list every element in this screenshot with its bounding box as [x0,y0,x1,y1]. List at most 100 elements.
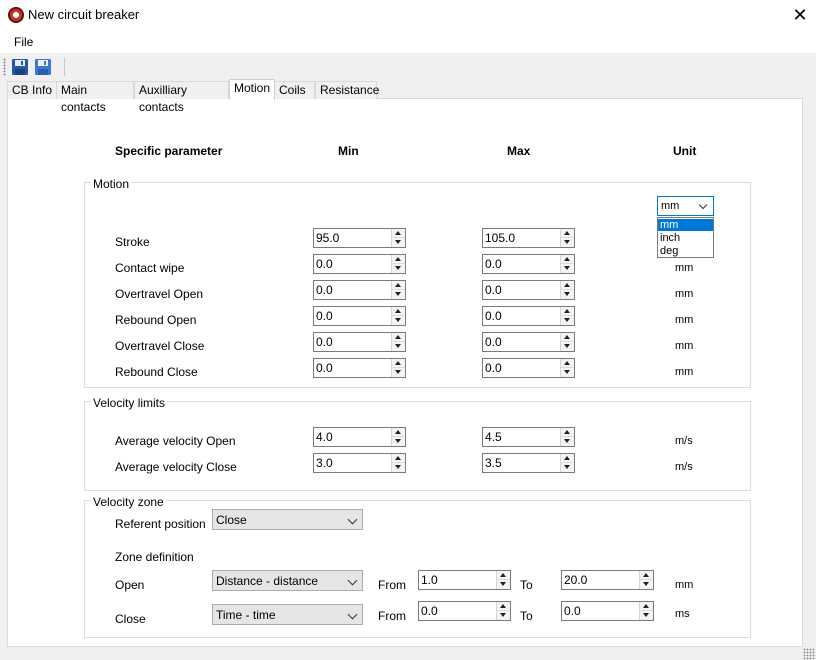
row-label-overtravel-open: Overtravel Open [115,287,204,301]
overtravel-close-min-input[interactable]: 0.0 [313,332,406,352]
spin-up-button[interactable] [497,602,510,611]
zone-open-mode-select[interactable]: Distance - distance [212,570,363,591]
spin-up-button[interactable] [561,229,574,238]
tab-cb-info[interactable]: CB Info [7,81,57,99]
tab-resistance[interactable]: Resistance [315,81,379,99]
spin-down-button[interactable] [392,316,405,325]
contact-wipe-unit: mm [675,262,694,274]
save-icon[interactable] [11,58,29,76]
spin-down-button[interactable] [497,580,510,589]
zone-open-mode-value: Distance - distance [216,574,319,588]
unit-select-value: mm [661,200,680,212]
overtravel-open-max-input[interactable]: 0.0 [482,280,575,300]
spin-up-button[interactable] [561,428,574,437]
spin-up-button[interactable] [561,454,574,463]
unit-option-mm[interactable]: mm [658,219,713,231]
rebound-close-max-input[interactable]: 0.0 [482,358,575,378]
motion-group [84,182,751,388]
spin-down-button[interactable] [561,238,574,247]
zone-close-to-input[interactable]: 0.0 [561,601,654,621]
stroke-min-input[interactable]: 95.0 [313,228,406,248]
spin-down-button[interactable] [561,264,574,273]
zone-close-mode-value: Time - time [216,608,276,622]
spin-up-button[interactable] [561,255,574,264]
resize-grip-icon[interactable] [803,648,815,660]
spin-down-button[interactable] [561,342,574,351]
rebound-open-min-value: 0.0 [316,309,333,323]
unit-select[interactable]: mm [657,196,714,216]
referent-position-select[interactable]: Close [212,509,363,530]
spin-up-button[interactable] [640,571,653,580]
zone-close-to-label: To [520,609,533,623]
avg-velocity-close-unit: m/s [675,461,693,473]
tab-motion[interactable]: Motion [229,79,275,100]
zone-open-to-value: 20.0 [564,573,588,587]
overtravel-open-unit: mm [675,288,694,300]
menu-bar [0,30,816,53]
spin-down-button[interactable] [392,368,405,377]
tab-main-contacts[interactable]: Main contacts [56,81,134,114]
zone-close-mode-select[interactable]: Time - time [212,604,363,625]
spin-up-button[interactable] [392,428,405,437]
spin-down-button[interactable] [561,290,574,299]
avg-velocity-close-min-input[interactable]: 3.0 [313,453,406,473]
close-icon[interactable]: ✕ [786,3,814,27]
avg-velocity-open-min-value: 4.0 [316,430,333,444]
spin-down-button[interactable] [392,264,405,273]
stroke-max-input[interactable]: 105.0 [482,228,575,248]
spin-down-button[interactable] [561,368,574,377]
spin-up-button[interactable] [392,255,405,264]
spin-up-button[interactable] [392,307,405,316]
tab-coils[interactable]: Coils [274,81,315,99]
rebound-open-max-input[interactable]: 0.0 [482,306,575,326]
spin-up-button[interactable] [561,333,574,342]
spin-up-button[interactable] [392,359,405,368]
overtravel-close-unit: mm [675,340,694,352]
zone-close-from-label: From [378,609,406,623]
spin-down-button[interactable] [392,437,405,446]
overtravel-close-max-input[interactable]: 0.0 [482,332,575,352]
spin-up-button[interactable] [561,281,574,290]
spin-down-button[interactable] [561,437,574,446]
spin-up-button[interactable] [392,281,405,290]
tab-auxilliary-contacts[interactable]: Auxilliary contacts [134,81,229,114]
spin-up-button[interactable] [561,359,574,368]
toolbar [0,53,816,80]
spin-up-button[interactable] [497,571,510,580]
rebound-open-min-input[interactable]: 0.0 [313,306,406,326]
spin-down-button[interactable] [561,463,574,472]
zone-open-from-input[interactable]: 1.0 [418,570,511,590]
velocity-zone-legend: Velocity zone [91,495,166,509]
avg-velocity-open-min-input[interactable]: 4.0 [313,427,406,447]
toolbar-grip[interactable] [3,58,6,76]
spin-down-button[interactable] [392,290,405,299]
contact-wipe-max-input[interactable]: 0.0 [482,254,575,274]
rebound-close-min-input[interactable]: 0.0 [313,358,406,378]
spin-down-button[interactable] [392,342,405,351]
avg-velocity-close-max-input[interactable]: 3.5 [482,453,575,473]
spin-up-button[interactable] [640,602,653,611]
rebound-close-min-value: 0.0 [316,361,333,375]
stroke-min-value: 95.0 [316,231,340,245]
spin-up-button[interactable] [392,229,405,238]
spin-up-button[interactable] [392,454,405,463]
avg-velocity-open-max-input[interactable]: 4.5 [482,427,575,447]
zone-close-from-input[interactable]: 0.0 [418,601,511,621]
spin-down-button[interactable] [497,611,510,620]
spin-down-button[interactable] [392,463,405,472]
spin-down-button[interactable] [392,238,405,247]
menu-file[interactable]: File [14,35,33,49]
unit-option-inch[interactable]: inch [658,232,713,244]
unit-dropdown-list: mm inch deg [657,217,714,258]
spin-down-button[interactable] [640,580,653,589]
spin-down-button[interactable] [640,611,653,620]
spin-down-button[interactable] [561,316,574,325]
spin-up-button[interactable] [392,333,405,342]
overtravel-open-min-input[interactable]: 0.0 [313,280,406,300]
unit-option-deg[interactable]: deg [658,245,713,257]
spin-up-button[interactable] [561,307,574,316]
save-as-icon[interactable] [34,58,52,76]
zone-open-to-input[interactable]: 20.0 [561,570,654,590]
zone-open-from-value: 1.0 [421,573,438,587]
contact-wipe-min-input[interactable]: 0.0 [313,254,406,274]
